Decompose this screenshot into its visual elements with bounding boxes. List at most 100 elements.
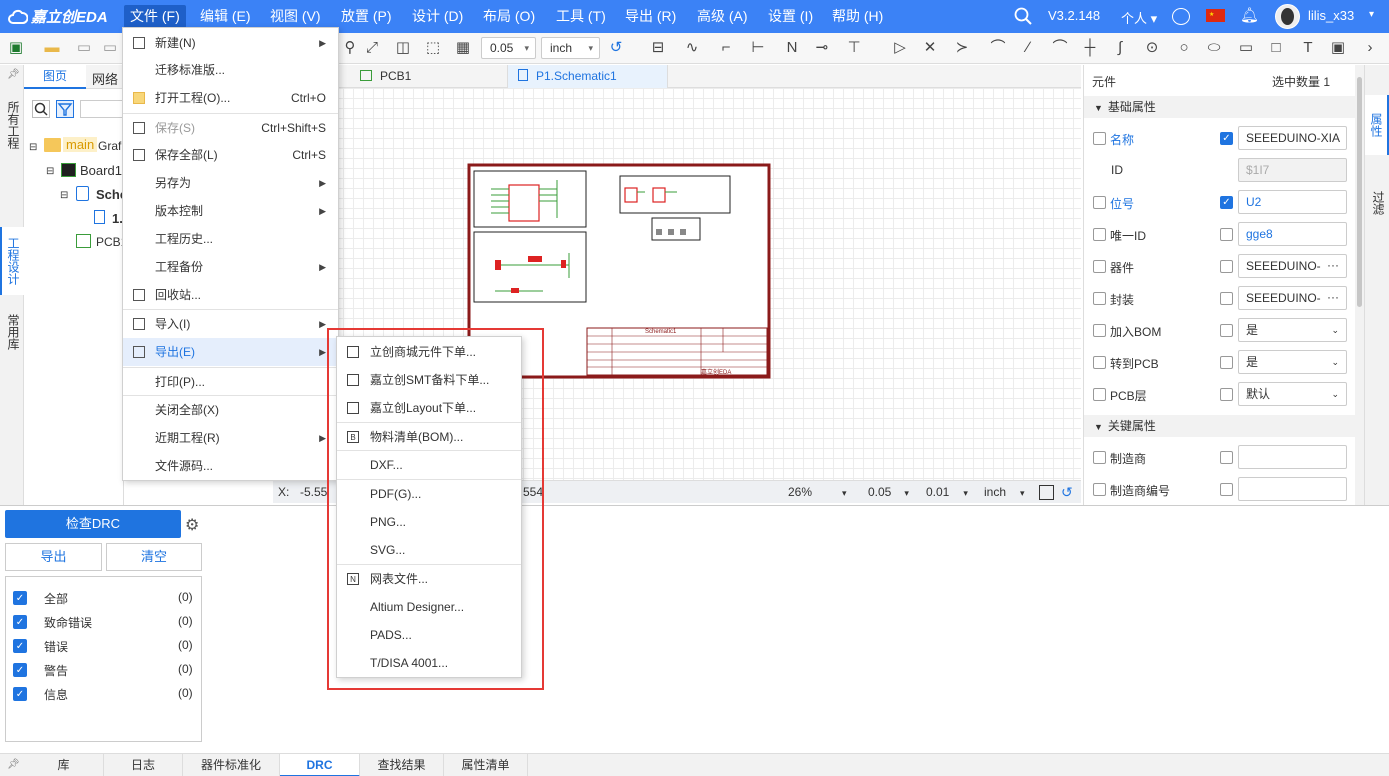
grid-select[interactable]: 0.05 ▾	[868, 481, 909, 504]
user-dropdown-icon[interactable]: ▾	[1369, 9, 1374, 20]
snap-icon[interactable]: ↺	[606, 38, 626, 58]
tab-common-lib[interactable]: 常用库	[0, 309, 24, 355]
prop-value-input[interactable]: 默认 ⌄	[1238, 382, 1347, 406]
more-icon[interactable]: ›	[1360, 38, 1380, 58]
junction-icon[interactable]: ⊸	[812, 38, 832, 58]
menu-1[interactable]: 编辑 (E)	[194, 5, 257, 28]
menu-3[interactable]: 放置 (P)	[335, 5, 398, 28]
pin-icon[interactable]: 📌︎	[7, 759, 20, 770]
prop-visible-checkbox[interactable]	[1093, 388, 1106, 401]
prop-value-input[interactable]: SEEEDUINO- ···	[1238, 254, 1347, 278]
drc-filter-checkbox[interactable]: ✓	[13, 663, 27, 677]
menu-7[interactable]: 导出 (R)	[619, 5, 682, 28]
search-input[interactable]	[80, 100, 124, 118]
prop-value-input[interactable]: U2	[1238, 190, 1347, 214]
zoom-level[interactable]: 26% ▾	[788, 481, 847, 504]
prop-value-input[interactable]: gge8	[1238, 222, 1347, 246]
no-connect-icon[interactable]: ✕	[920, 38, 940, 58]
prop-value-input[interactable]: 是 ⌄	[1238, 350, 1347, 374]
file-menu-item[interactable]: 导入(I) ▶	[123, 310, 338, 338]
arc-icon[interactable]: ⌒	[1050, 38, 1070, 58]
tree-board[interactable]: Board1	[80, 163, 122, 178]
rect-icon[interactable]: □	[1266, 38, 1286, 58]
bell-icon[interactable]: 🔔︎	[1240, 6, 1259, 24]
prop-visible-checkbox[interactable]	[1093, 324, 1106, 337]
picture-icon[interactable]: ▣	[1328, 38, 1348, 58]
drc-filter-checkbox[interactable]: ✓	[13, 639, 27, 653]
file-menu-item[interactable]: 保存(S) Ctrl+Shift+S	[123, 114, 338, 142]
prop-value-input[interactable]	[1238, 445, 1347, 469]
username[interactable]: lilis_x33	[1308, 8, 1354, 23]
tab-network[interactable]: 网络	[92, 69, 118, 88]
menu-6[interactable]: 工具 (T)	[550, 5, 612, 28]
prop-visible-checkbox[interactable]	[1093, 260, 1106, 273]
prop-value-input[interactable]: $1I7	[1238, 158, 1347, 182]
image-icon[interactable]: ▭	[1236, 38, 1256, 58]
menu-0[interactable]: 文件 (F)	[124, 5, 186, 28]
file-menu-item[interactable]: 回收站...	[123, 281, 338, 309]
prop-show-checkbox[interactable]	[1220, 260, 1233, 273]
menu-4[interactable]: 设计 (D)	[406, 5, 469, 28]
prop-show-checkbox[interactable]: ✓	[1220, 196, 1233, 209]
file-menu-item[interactable]: 关闭全部(X)	[123, 396, 338, 424]
prop-visible-checkbox[interactable]	[1093, 292, 1106, 305]
open-folder-icon[interactable]: ▬	[42, 38, 62, 58]
bottom-tab-0[interactable]: 库	[24, 754, 104, 776]
tab-schematic1[interactable]: P1.Schematic1	[508, 65, 668, 88]
prop-show-checkbox[interactable]	[1220, 451, 1233, 464]
drc-filter-checkbox[interactable]: ✓	[13, 591, 27, 605]
grid-size-select[interactable]: 0.05 ▾	[481, 37, 536, 59]
vcc-icon[interactable]: ⊤	[844, 38, 864, 58]
export-button[interactable]: 导出	[5, 543, 102, 571]
prop-value-input[interactable]: 是 ⌄	[1238, 318, 1347, 342]
file-menu-item[interactable]: 保存全部(L) Ctrl+S	[123, 141, 338, 169]
bezier-icon[interactable]: ∫	[1110, 38, 1130, 58]
prop-visible-checkbox[interactable]	[1093, 196, 1106, 209]
snap-toggle-icon[interactable]: ↺	[1061, 481, 1073, 503]
prop-value-input[interactable]: SEEEDUINO- ···	[1238, 286, 1347, 310]
prop-visible-checkbox[interactable]	[1093, 483, 1106, 496]
tab-filter[interactable]: 过滤	[1365, 177, 1389, 229]
prop-value-input[interactable]	[1238, 477, 1347, 501]
file-menu-item[interactable]: 另存为 ▶	[123, 169, 338, 197]
bottom-tab-1[interactable]: 日志	[104, 754, 183, 776]
grid-icon[interactable]: ▦	[453, 38, 473, 58]
zoom-icon[interactable]: ⚲	[340, 38, 360, 58]
bottom-tab-3[interactable]: DRC	[280, 754, 360, 776]
file-menu-item[interactable]: 迁移标准版...	[123, 56, 338, 84]
status-unit-select[interactable]: inch ▾	[984, 481, 1025, 504]
text-icon[interactable]: T	[1298, 38, 1318, 58]
menu-10[interactable]: 帮助 (H)	[826, 5, 889, 28]
cross-icon[interactable]: ┼	[1080, 38, 1100, 58]
zoom-selection-icon[interactable]: ⬚	[423, 38, 443, 58]
section-key-props[interactable]: ▼ 关键属性	[1084, 415, 1356, 437]
check-drc-button[interactable]: 检查DRC	[5, 510, 181, 538]
pin-icon[interactable]: ≻	[952, 38, 972, 58]
tab-pages[interactable]: 图页	[24, 65, 86, 89]
prop-visible-checkbox[interactable]	[1093, 451, 1106, 464]
file-menu-item[interactable]: 新建(N) ▶	[123, 29, 338, 57]
filter-icon[interactable]	[56, 100, 74, 118]
collapse-icon[interactable]: ⊟	[60, 190, 68, 201]
pin-icon[interactable]: 📌︎	[7, 69, 20, 80]
file-menu-item[interactable]: 近期工程(R) ▶	[123, 424, 338, 452]
tab-all-projects[interactable]: 所有工程	[0, 97, 24, 153]
search-icon[interactable]	[32, 100, 50, 118]
mode-dropdown[interactable]: 个人 ▾	[1121, 8, 1157, 27]
tab-properties[interactable]: 属性	[1365, 95, 1389, 155]
prop-visible-checkbox[interactable]	[1093, 228, 1106, 241]
prop-show-checkbox[interactable]	[1220, 324, 1233, 337]
avatar[interactable]	[1275, 4, 1300, 29]
prop-show-checkbox[interactable]	[1220, 388, 1233, 401]
circle-icon[interactable]: ○	[1174, 38, 1194, 58]
save-icon[interactable]: ▭	[74, 38, 94, 58]
prop-visible-checkbox[interactable]	[1093, 132, 1106, 145]
cloud-sync-icon[interactable]	[1172, 8, 1190, 25]
prop-show-checkbox[interactable]	[1220, 292, 1233, 305]
menu-2[interactable]: 视图 (V)	[264, 5, 327, 28]
search-icon[interactable]	[1014, 7, 1032, 25]
prop-show-checkbox[interactable]	[1220, 483, 1233, 496]
properties-scrollbar[interactable]	[1355, 65, 1364, 505]
prop-value-input[interactable]: SEEEDUINO-XIA	[1238, 126, 1347, 150]
snap-grid-select[interactable]: 0.01 ▾	[926, 481, 968, 504]
